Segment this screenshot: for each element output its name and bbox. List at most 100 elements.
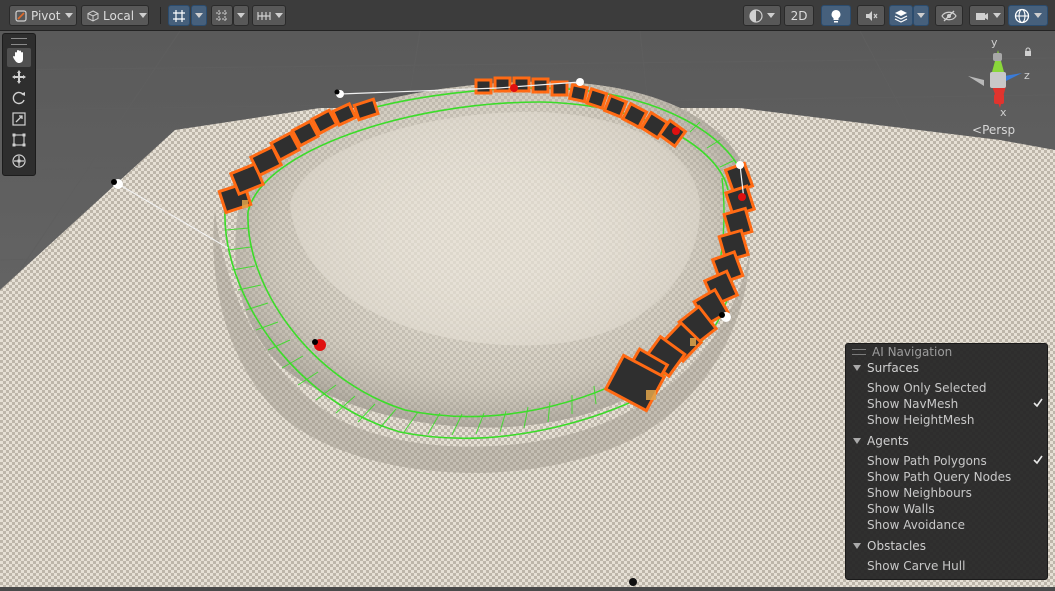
projection-label: Persp	[982, 123, 1016, 137]
lightbulb-icon	[830, 9, 842, 23]
toggle-label: Show NavMesh	[867, 397, 959, 411]
toggle-label: Show Path Polygons	[867, 454, 987, 468]
rect-tool-button[interactable]	[7, 132, 31, 151]
projection-toggle[interactable]: <Persp	[972, 123, 1015, 137]
axis-y-label: y	[991, 36, 998, 49]
cube-icon	[87, 9, 99, 22]
foldout-triangle-icon	[853, 438, 861, 444]
obstacles-title: Obstacles	[867, 539, 926, 553]
grid-snap-dropdown[interactable]	[191, 5, 207, 26]
transform-tool-button[interactable]	[7, 153, 31, 172]
audio-mute-icon	[864, 9, 878, 23]
toggle-label: Show Walls	[867, 502, 935, 516]
gizmos-globe-icon	[1014, 8, 1030, 24]
chevron-down-icon	[65, 13, 74, 18]
hand-tool-button[interactable]	[7, 48, 31, 67]
checkbox[interactable]	[1033, 561, 1043, 571]
increment-snap-dropdown[interactable]	[252, 5, 286, 26]
scene-toolbar: Pivot Local 2D	[0, 0, 1055, 31]
surfaces-title: Surfaces	[867, 361, 919, 375]
camera-icon	[975, 10, 989, 22]
toolbar-separator	[160, 7, 161, 24]
move-tool-button[interactable]	[7, 69, 31, 88]
lighting-toggle-button[interactable]	[821, 5, 851, 26]
tools-overlay	[2, 33, 36, 176]
grid-visibility-button[interactable]	[211, 5, 233, 26]
toggle-show-carve-hull[interactable]: Show Carve Hull	[867, 558, 1043, 574]
grid-snap-button[interactable]	[168, 5, 190, 26]
gizmos-dropdown[interactable]	[1008, 5, 1048, 26]
grid-icon	[215, 9, 229, 23]
toggle-label: Show Avoidance	[867, 518, 966, 532]
chevron-down-icon	[917, 13, 925, 18]
checkbox[interactable]	[1033, 397, 1043, 411]
checkbox[interactable]	[1033, 454, 1043, 468]
toggle-show-path-query-nodes[interactable]: Show Path Query Nodes	[867, 469, 1043, 485]
pivot-label: Pivot	[31, 8, 61, 23]
drag-handle-icon[interactable]	[852, 349, 866, 355]
surfaces-foldout[interactable]: Surfaces	[853, 361, 919, 375]
chevron-down-icon	[195, 13, 203, 18]
axis-x-label: x	[1000, 106, 1007, 119]
chevron-down-icon	[275, 13, 283, 18]
local-dropdown[interactable]: Local	[81, 5, 149, 26]
checkbox[interactable]	[1033, 504, 1043, 514]
grid-dropdown[interactable]	[233, 5, 249, 26]
toggle-show-navmesh[interactable]: Show NavMesh	[867, 396, 1043, 412]
audio-toggle-button[interactable]	[857, 5, 885, 26]
rotate-icon	[11, 90, 27, 110]
camera-settings-dropdown[interactable]	[969, 5, 1005, 26]
chevron-down-icon	[139, 13, 148, 18]
draw-mode-dropdown[interactable]	[743, 5, 781, 26]
foldout-triangle-icon	[853, 543, 861, 549]
hand-icon	[11, 48, 27, 68]
overlay-header[interactable]: AI Navigation	[846, 344, 1047, 360]
transform-icon	[11, 153, 27, 173]
toggle-show-only-selected[interactable]: Show Only Selected	[867, 380, 1043, 396]
checkbox[interactable]	[1033, 520, 1043, 530]
toggle-show-heightmesh[interactable]: Show HeightMesh	[867, 412, 1043, 428]
checkbox[interactable]	[1033, 383, 1043, 393]
foldout-triangle-icon	[853, 365, 861, 371]
agents-foldout[interactable]: Agents	[853, 434, 909, 448]
2d-toggle-button[interactable]: 2D	[784, 5, 814, 26]
toggle-show-path-polygons[interactable]: Show Path Polygons	[867, 453, 1043, 469]
local-label: Local	[103, 8, 135, 23]
chevron-down-icon	[237, 13, 245, 18]
rect-transform-icon	[11, 132, 27, 152]
effects-dropdown[interactable]	[913, 5, 929, 26]
toggle-label: Show HeightMesh	[867, 413, 975, 427]
effects-layers-icon	[894, 9, 908, 23]
toggle-show-neighbours[interactable]: Show Neighbours	[867, 485, 1043, 501]
overlay-title: AI Navigation	[872, 345, 953, 359]
checkbox[interactable]	[1033, 472, 1043, 482]
pivot-dropdown[interactable]: Pivot	[9, 5, 77, 26]
axis-z-label: z	[1024, 69, 1030, 82]
eye-slash-icon	[941, 10, 957, 22]
toggle-label: Show Neighbours	[867, 486, 972, 500]
chevron-down-icon	[1034, 13, 1042, 18]
toggle-show-walls[interactable]: Show Walls	[867, 501, 1043, 517]
2d-label: 2D	[790, 8, 808, 23]
rotate-tool-button[interactable]	[7, 90, 31, 109]
ai-navigation-overlay: AI Navigation Surfaces Show Only Selecte…	[845, 343, 1048, 580]
chevron-down-icon	[993, 13, 1001, 18]
toggle-show-avoidance[interactable]: Show Avoidance	[867, 517, 1043, 533]
checkmark-icon	[1033, 397, 1043, 411]
scale-tool-button[interactable]	[7, 111, 31, 130]
checkbox[interactable]	[1033, 488, 1043, 498]
agents-title: Agents	[867, 434, 909, 448]
effects-toggle-button[interactable]	[889, 5, 913, 26]
grid-snap-icon	[172, 9, 186, 23]
shading-mode-icon	[749, 8, 763, 23]
checkmark-icon	[1033, 454, 1043, 468]
hidden-objects-toggle[interactable]	[935, 5, 963, 26]
toggle-label: Show Only Selected	[867, 381, 987, 395]
obstacles-foldout[interactable]: Obstacles	[853, 539, 926, 553]
drag-handle-icon[interactable]	[11, 38, 27, 45]
orientation-gizmo[interactable]: y z x	[962, 36, 1034, 124]
toggle-label: Show Path Query Nodes	[867, 470, 1012, 484]
pivot-icon	[15, 9, 27, 22]
checkbox[interactable]	[1033, 415, 1043, 425]
lock-icon[interactable]	[1024, 42, 1032, 61]
